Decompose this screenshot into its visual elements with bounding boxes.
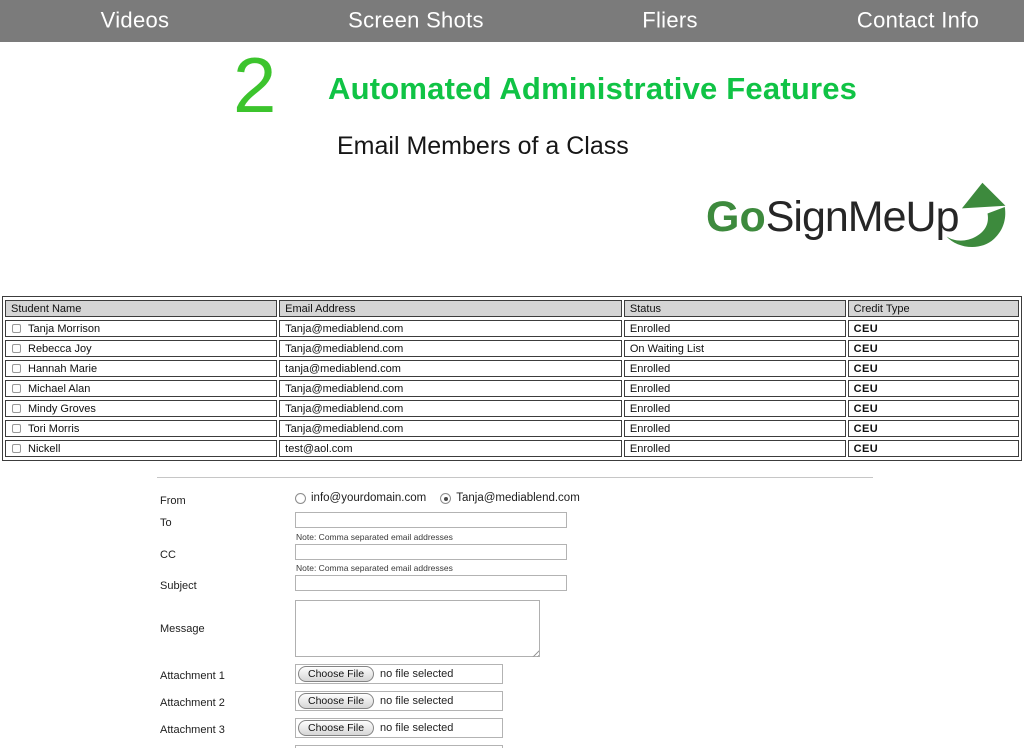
- nav-item-screen-shots[interactable]: Screen Shots: [348, 7, 484, 33]
- credit-type-cell: CEU: [848, 420, 1019, 437]
- slide-page: Videos Screen Shots Fliers Contact Info …: [0, 0, 1024, 748]
- student-row-checkbox[interactable]: [12, 384, 21, 393]
- status-cell: Enrolled: [624, 440, 846, 457]
- student-name: Mindy Groves: [28, 403, 96, 415]
- nav-item-videos[interactable]: Videos: [101, 7, 170, 33]
- student-row-checkbox[interactable]: [12, 424, 21, 433]
- logo-rest-text: SignMeUp: [766, 193, 959, 241]
- attachment-label: Attachment 3: [160, 724, 225, 736]
- email-cell: tanja@mediablend.com: [279, 360, 622, 377]
- student-name-cell: Tori Morris: [5, 420, 277, 437]
- no-file-selected-text: no file selected: [380, 695, 453, 707]
- cc-label: CC: [160, 549, 176, 561]
- choose-file-button[interactable]: Choose File: [298, 666, 374, 682]
- credit-type-cell: CEU: [848, 320, 1019, 337]
- nav-item-contact-info[interactable]: Contact Info: [857, 7, 979, 33]
- table-row: Nickell test@aol.com Enrolled CEU: [5, 440, 1019, 457]
- column-header-email-address: Email Address: [279, 300, 622, 317]
- student-name: Tori Morris: [28, 423, 79, 435]
- student-row-checkbox[interactable]: [12, 324, 21, 333]
- cc-input[interactable]: [295, 544, 567, 560]
- email-cell: Tanja@mediablend.com: [279, 340, 622, 357]
- student-name-cell: Michael Alan: [5, 380, 277, 397]
- column-header-status: Status: [624, 300, 846, 317]
- column-header-credit-type: Credit Type: [848, 300, 1019, 317]
- cc-note: Note: Comma separated email addresses: [296, 563, 453, 573]
- to-input[interactable]: [295, 512, 567, 528]
- student-name-cell: Hannah Marie: [5, 360, 277, 377]
- nav-item-fliers[interactable]: Fliers: [642, 7, 698, 33]
- no-file-selected-text: no file selected: [380, 668, 453, 680]
- file-input-box: Choose File no file selected: [295, 718, 503, 738]
- section-divider: [157, 477, 873, 478]
- table-row: Hannah Marie tanja@mediablend.com Enroll…: [5, 360, 1019, 377]
- student-name: Nickell: [28, 443, 60, 455]
- status-cell: On Waiting List: [624, 340, 846, 357]
- to-note: Note: Comma separated email addresses: [296, 532, 453, 542]
- student-name-cell: Nickell: [5, 440, 277, 457]
- student-name: Michael Alan: [28, 383, 90, 395]
- credit-type-cell: CEU: [848, 440, 1019, 457]
- student-name-cell: Tanja Morrison: [5, 320, 277, 337]
- status-cell: Enrolled: [624, 320, 846, 337]
- top-nav-bar: Videos Screen Shots Fliers Contact Info: [0, 0, 1024, 42]
- message-label: Message: [160, 623, 205, 635]
- class-roster-table: Student Name Email Address Status Credit…: [2, 296, 1022, 461]
- file-input-box: Choose File no file selected: [295, 664, 503, 684]
- step-number: 2: [233, 46, 276, 124]
- curved-arrow-up-icon: [944, 179, 1008, 253]
- email-cell: Tanja@mediablend.com: [279, 420, 622, 437]
- attachment-label: Attachment 1: [160, 670, 225, 682]
- logo-go-text: Go: [706, 193, 766, 241]
- file-input-box: Choose File no file selected: [295, 691, 503, 711]
- table-header-row: Student Name Email Address Status Credit…: [5, 300, 1019, 317]
- table-row: Michael Alan Tanja@mediablend.com Enroll…: [5, 380, 1019, 397]
- gosignmeup-logo: GoSignMeUp: [706, 193, 958, 242]
- radio-label: Tanja@mediablend.com: [456, 492, 580, 504]
- credit-type-cell: CEU: [848, 400, 1019, 417]
- email-cell: test@aol.com: [279, 440, 622, 457]
- email-cell: Tanja@mediablend.com: [279, 320, 622, 337]
- radio-label: info@yourdomain.com: [311, 492, 426, 504]
- student-name: Hannah Marie: [28, 363, 97, 375]
- email-cell: Tanja@mediablend.com: [279, 400, 622, 417]
- email-cell: Tanja@mediablend.com: [279, 380, 622, 397]
- attachment-label: Attachment 2: [160, 697, 225, 709]
- subject-input[interactable]: [295, 575, 567, 591]
- choose-file-button[interactable]: Choose File: [298, 720, 374, 736]
- status-cell: Enrolled: [624, 380, 846, 397]
- from-radio-group: info@yourdomain.com Tanja@mediablend.com: [295, 492, 580, 504]
- message-textarea[interactable]: [295, 600, 540, 657]
- credit-type-cell: CEU: [848, 340, 1019, 357]
- choose-file-button[interactable]: Choose File: [298, 693, 374, 709]
- student-row-checkbox[interactable]: [12, 404, 21, 413]
- page-title: Automated Administrative Features: [328, 71, 857, 107]
- from-radio-option: info@yourdomain.com: [295, 492, 426, 504]
- no-file-selected-text: no file selected: [380, 722, 453, 734]
- student-name: Rebecca Joy: [28, 343, 92, 355]
- page-subtitle: Email Members of a Class: [337, 132, 629, 161]
- to-label: To: [160, 517, 172, 529]
- student-name-cell: Rebecca Joy: [5, 340, 277, 357]
- from-radio-option: Tanja@mediablend.com: [440, 492, 580, 504]
- status-cell: Enrolled: [624, 400, 846, 417]
- subject-label: Subject: [160, 580, 197, 592]
- column-header-student-name: Student Name: [5, 300, 277, 317]
- table-row: Tori Morris Tanja@mediablend.com Enrolle…: [5, 420, 1019, 437]
- radio-button[interactable]: [440, 493, 451, 504]
- credit-type-cell: CEU: [848, 360, 1019, 377]
- student-row-checkbox[interactable]: [12, 364, 21, 373]
- from-label: From: [160, 495, 186, 507]
- radio-button[interactable]: [295, 493, 306, 504]
- student-row-checkbox[interactable]: [12, 344, 21, 353]
- table-row: Tanja Morrison Tanja@mediablend.com Enro…: [5, 320, 1019, 337]
- student-name: Tanja Morrison: [28, 323, 100, 335]
- student-row-checkbox[interactable]: [12, 444, 21, 453]
- status-cell: Enrolled: [624, 360, 846, 377]
- table-row: Rebecca Joy Tanja@mediablend.com On Wait…: [5, 340, 1019, 357]
- table-row: Mindy Groves Tanja@mediablend.com Enroll…: [5, 400, 1019, 417]
- status-cell: Enrolled: [624, 420, 846, 437]
- student-name-cell: Mindy Groves: [5, 400, 277, 417]
- credit-type-cell: CEU: [848, 380, 1019, 397]
